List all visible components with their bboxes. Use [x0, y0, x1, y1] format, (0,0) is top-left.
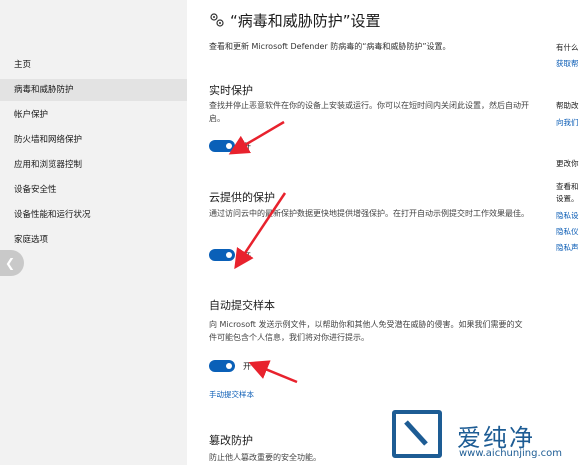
privacy-statement-link[interactable]: 隐私声: [556, 242, 579, 253]
privacy-dashboard-link[interactable]: 隐私仪: [556, 226, 579, 237]
watermark-logo: [392, 410, 442, 458]
sidebar-item-virus-protection[interactable]: 病毒和威胁防护: [0, 79, 187, 101]
toggle-knob: [226, 143, 232, 149]
sidebar-item-device-performance[interactable]: 设备性能和运行状况: [0, 204, 187, 226]
realtime-protection-title: 实时保护: [209, 84, 253, 97]
privacy-settings-link[interactable]: 隐私设: [556, 210, 579, 221]
realtime-protection-state: 开: [243, 142, 251, 151]
sidebar-item-device-security[interactable]: 设备安全性: [0, 179, 187, 201]
page-title: “病毒和威胁防护”设置: [230, 12, 381, 30]
watermark-logo-icon: [404, 420, 428, 446]
sidebar-collapse-handle[interactable]: ❮: [0, 250, 24, 276]
realtime-protection-toggle[interactable]: [209, 140, 235, 152]
right-privacy-text-2: 设置。: [556, 194, 579, 203]
sample-submission-state: 开: [243, 362, 251, 371]
cloud-protection-desc: 通过访问云中的最新保护数据更快地提供增强保护。在打开自动示例提交时工作效果最佳。: [209, 209, 529, 218]
sample-submission-title: 自动提交样本: [209, 299, 275, 312]
gear-icon: [210, 13, 224, 27]
right-privacy-heading: 更改你: [556, 159, 579, 168]
arrow-realtime-toggle: [228, 120, 285, 155]
watermark-url: www.aichunjing.com: [459, 448, 562, 459]
toggle-knob: [226, 363, 232, 369]
toggle-knob: [226, 252, 232, 258]
sidebar-item-app-browser-control[interactable]: 应用和浏览器控制: [0, 154, 187, 176]
page-description: 查看和更新 Microsoft Defender 防病毒的“病毒和威胁防护”设置…: [209, 42, 451, 51]
cloud-protection-state: 开: [243, 252, 251, 261]
manual-submit-sample-link[interactable]: 手动提交样本: [209, 389, 254, 400]
get-help-link[interactable]: 获取帮: [556, 58, 579, 69]
sidebar-item-home[interactable]: 主页: [0, 54, 187, 76]
cloud-protection-toggle[interactable]: [209, 249, 235, 261]
cloud-protection-title: 云提供的保护: [209, 191, 275, 204]
sidebar-item-account-protection[interactable]: 帐户保护: [0, 104, 187, 126]
sample-submission-desc: 向 Microsoft 发送示例文件，以帮助你和其他人免受潜在威胁的侵害。如果我…: [209, 320, 523, 342]
realtime-protection-desc: 查找并停止恶意软件在你的设备上安装或运行。你可以在短时间内关闭此设置，然后自动开…: [209, 101, 529, 123]
sample-submission-toggle[interactable]: [209, 360, 235, 372]
chevron-left-icon: ❮: [5, 256, 16, 270]
tamper-protection-title: 篡改防护: [209, 434, 253, 447]
sidebar-item-family-options[interactable]: 家庭选项: [0, 229, 187, 251]
arrow-sample-toggle: [248, 360, 298, 384]
right-privacy-text-1: 查看和: [556, 182, 579, 191]
right-feedback-heading: 帮助改: [556, 101, 579, 110]
send-feedback-link[interactable]: 向我们: [556, 117, 579, 128]
sidebar: 主页 病毒和威胁防护 帐户保护 防火墙和网络保护 应用和浏览器控制 设备安全性 …: [0, 0, 187, 465]
right-question-heading: 有什么: [556, 43, 579, 52]
sidebar-item-firewall[interactable]: 防火墙和网络保护: [0, 129, 187, 151]
